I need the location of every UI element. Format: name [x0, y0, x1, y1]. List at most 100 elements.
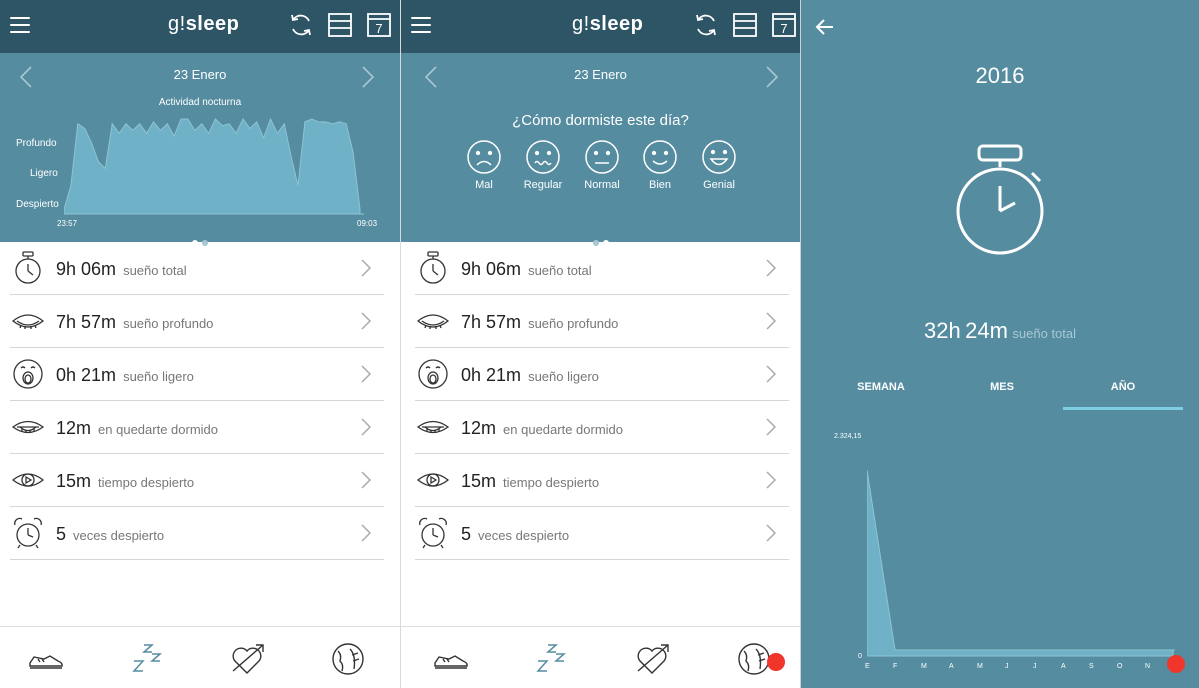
notification-badge[interactable] — [767, 653, 785, 671]
zzz-icon[interactable] — [130, 641, 166, 677]
chevron-right-icon — [361, 524, 372, 542]
calendar-icon[interactable]: 7 — [366, 12, 392, 38]
app-logo: g!sleep — [168, 13, 240, 35]
stat-row-awake-time[interactable]: 15m tiempo despierto — [10, 454, 384, 507]
sneaker-icon[interactable] — [433, 641, 469, 677]
calendar-icon[interactable]: 7 — [771, 12, 797, 38]
mood-label: Mal — [475, 179, 493, 191]
yearly-summary-panel: 2016 32h 24m sueño total SEMANA MES AÑO … — [801, 0, 1199, 688]
mood-option-mal[interactable]: Mal — [456, 139, 512, 191]
drowsy-eye-icon — [417, 420, 449, 434]
sneaker-icon[interactable] — [28, 641, 64, 677]
stat-value: 12m — [461, 418, 497, 438]
globe-leaf-icon[interactable] — [330, 641, 366, 677]
stat-row-deep[interactable]: 7h 57m sueño profundo — [415, 295, 789, 348]
next-day-button[interactable] — [360, 65, 376, 89]
app-logo: g!sleep — [572, 13, 644, 35]
chevron-right-icon — [766, 312, 777, 330]
month-label: F — [893, 663, 898, 670]
chart-title: Actividad nocturna — [158, 97, 242, 108]
stopwatch-icon — [15, 251, 41, 284]
y-label-light: Ligero — [30, 168, 58, 179]
bottom-nav — [0, 626, 400, 688]
mood-option-regular[interactable]: Regular — [515, 139, 571, 191]
y-label-awake: Despierto — [16, 199, 59, 210]
mood-label: Bien — [648, 179, 672, 191]
y-max-label: 2.324,15 — [834, 433, 862, 440]
mood-label: Regular — [523, 179, 563, 191]
month-label: S — [1089, 663, 1094, 670]
heart-arrow-icon[interactable] — [229, 641, 265, 677]
neutral-face-icon — [585, 140, 619, 174]
stat-row-awakenings[interactable]: 5 veces despierto — [415, 507, 789, 560]
smile-face-icon — [643, 140, 677, 174]
stat-value: 15m — [56, 471, 92, 491]
stats-list: 9h 06m sueño total 7h 57m sueño profundo… — [415, 242, 789, 560]
yearly-chart — [867, 470, 1175, 657]
tab-semana[interactable]: SEMANA — [821, 370, 941, 410]
back-arrow-icon[interactable] — [815, 17, 835, 37]
month-label: A — [949, 663, 954, 670]
stat-row-total[interactable]: 9h 06m sueño total — [415, 242, 789, 295]
menu-icon[interactable] — [411, 17, 431, 33]
stopwatch-icon — [420, 251, 446, 284]
sync-icon[interactable] — [288, 12, 314, 38]
chevron-right-icon — [361, 418, 372, 436]
month-label: O — [1117, 663, 1123, 670]
sleep-detail-panel-chart: g!sleep 7 23 Enero Actividad nocturna Pr… — [0, 0, 400, 688]
stat-label: sueño total — [123, 263, 187, 278]
drowsy-eye-icon — [12, 420, 44, 434]
stat-value: 15m — [461, 471, 497, 491]
stat-label: veces despierto — [73, 528, 165, 543]
stat-row-fall-asleep[interactable]: 12m en quedarte dormido — [415, 401, 789, 454]
notification-badge[interactable] — [1167, 655, 1185, 673]
stat-label: en quedarte dormido — [98, 422, 219, 437]
stat-label: en quedarte dormido — [503, 422, 624, 437]
open-eye-icon — [12, 473, 44, 487]
alarm-clock-icon — [14, 517, 42, 549]
chevron-right-icon — [361, 259, 372, 277]
y-label-deep: Profundo — [16, 138, 57, 149]
mood-question: ¿Cómo dormiste este día? — [512, 112, 689, 129]
stat-label: tiempo despierto — [98, 475, 195, 490]
stat-row-fall-asleep[interactable]: 12m en quedarte dormido — [10, 401, 384, 454]
app-bar: g!sleep 7 — [401, 0, 800, 53]
app-bar: g!sleep 7 — [0, 0, 400, 53]
chevron-right-icon — [361, 471, 372, 489]
layout-icon[interactable] — [327, 12, 353, 38]
mood-label: Normal — [584, 179, 620, 191]
mood-option-genial[interactable]: Genial — [691, 139, 747, 191]
mood-option-bien[interactable]: Bien — [632, 139, 688, 191]
sync-icon[interactable] — [693, 12, 719, 38]
heart-arrow-icon[interactable] — [634, 641, 670, 677]
month-label: M — [921, 663, 927, 670]
stopwatch-icon — [956, 144, 1044, 255]
calendar-day: 7 — [780, 21, 788, 36]
menu-icon[interactable] — [10, 17, 30, 33]
stat-value: 5 — [461, 524, 472, 544]
tab-mes[interactable]: MES — [942, 370, 1062, 410]
yearly-area — [867, 470, 1175, 657]
month-label: J — [1033, 663, 1037, 670]
layout-icon[interactable] — [732, 12, 758, 38]
stat-row-light[interactable]: 0h 21m sueño ligero — [10, 348, 384, 401]
period-tabs: SEMANA MES AÑO — [821, 370, 1183, 410]
stat-row-deep[interactable]: 7h 57m sueño profundo — [10, 295, 384, 348]
stat-value: 7h 57m — [56, 312, 117, 332]
stat-row-light[interactable]: 0h 21m sueño ligero — [415, 348, 789, 401]
stat-row-awake-time[interactable]: 15m tiempo despierto — [415, 454, 789, 507]
mood-option-normal[interactable]: Normal — [574, 139, 630, 191]
yawn-face-icon — [13, 359, 43, 389]
chevron-right-icon — [361, 365, 372, 383]
big-smile-face-icon — [702, 140, 736, 174]
stat-row-awakenings[interactable]: 5 veces despierto — [10, 507, 384, 560]
sleep-activity-chart — [64, 117, 364, 215]
next-day-button[interactable] — [764, 65, 780, 89]
wavy-mouth-face-icon — [526, 140, 560, 174]
zzz-icon[interactable] — [534, 641, 570, 677]
closed-eye-icon — [12, 314, 44, 329]
tab-ano[interactable]: AÑO — [1063, 370, 1183, 410]
stat-row-total[interactable]: 9h 06m sueño total — [10, 242, 384, 295]
stat-label: tiempo despierto — [503, 475, 600, 490]
stat-value: 7h 57m — [461, 312, 522, 332]
